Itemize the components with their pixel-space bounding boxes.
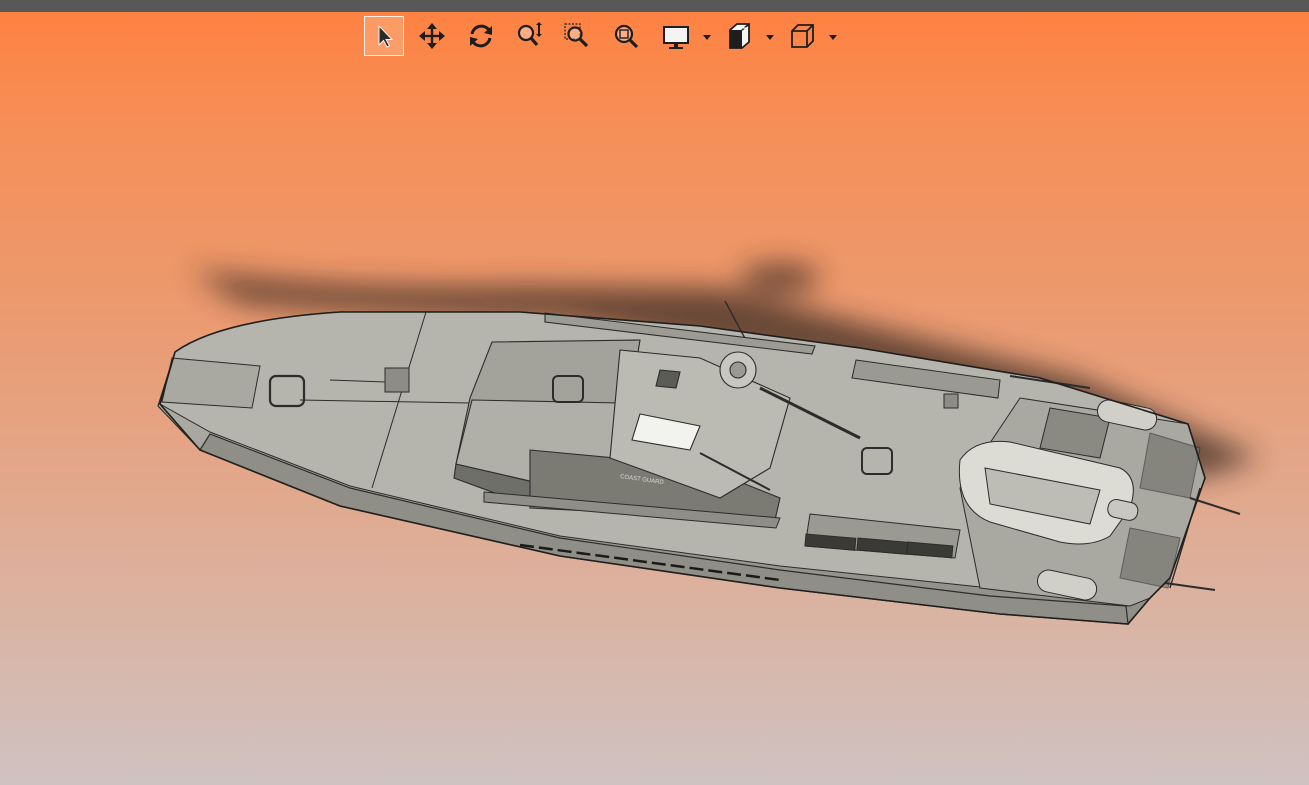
zoom-icon [517,22,542,47]
display-style-button[interactable] [656,16,696,56]
section-view-dropdown[interactable] [765,33,775,43]
zoom-button[interactable] [509,16,549,56]
view-toolbar [364,16,844,58]
3d-viewport[interactable]: COAST GUARD [0,58,1309,785]
view-orientation-dropdown[interactable] [828,33,838,43]
boat-stern [958,397,1241,607]
select-arrow-icon [378,24,394,48]
zoom-to-area-button[interactable] [557,16,597,56]
pan-button[interactable] [412,16,452,56]
select-button[interactable] [364,16,404,56]
view-orientation-button[interactable] [782,16,822,56]
display-style-dropdown[interactable] [702,33,712,43]
window-top-bar [0,0,1309,12]
chevron-down-icon [766,35,774,40]
section-view-icon [729,23,750,49]
zoom-to-fit-button[interactable] [606,16,646,56]
view-cube-icon [791,24,814,48]
section-view-button[interactable] [719,16,759,56]
display-style-icon [663,26,689,49]
chevron-down-icon [829,35,837,40]
chevron-down-icon [703,35,711,40]
rotate-button[interactable] [461,16,501,56]
zoom-to-fit-icon [614,24,639,49]
pan-move-icon [419,23,445,49]
rotate-icon [470,24,492,48]
zoom-to-area-icon [564,23,589,48]
boat-3d-model[interactable]: COAST GUARD [0,58,1309,785]
